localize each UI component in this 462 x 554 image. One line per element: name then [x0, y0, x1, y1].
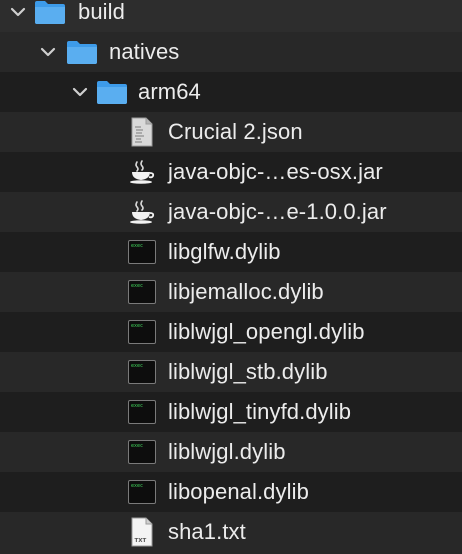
- tree-row-file[interactable]: java-objc-…e-1.0.0.jar: [0, 192, 462, 232]
- tree-label-file: libopenal.dylib: [168, 479, 309, 504]
- tree-row-file[interactable]: exec liblwjgl_stb.dylib: [0, 352, 462, 392]
- terminal-exec-icon: exec: [128, 392, 156, 432]
- svg-text:exec: exec: [131, 443, 143, 449]
- tree-row-file[interactable]: exec libjemalloc.dylib: [0, 272, 462, 312]
- tree-label-file: sha1.txt: [168, 519, 246, 544]
- tree-label-natives: natives: [109, 39, 180, 64]
- tree-row-natives[interactable]: natives: [0, 32, 462, 72]
- terminal-exec-icon: exec: [128, 432, 156, 472]
- terminal-exec-icon: exec: [128, 312, 156, 352]
- tree-label-file: liblwjgl_tinyfd.dylib: [168, 399, 352, 424]
- terminal-exec-icon: exec: [128, 272, 156, 312]
- svg-text:exec: exec: [131, 243, 143, 249]
- terminal-exec-icon: exec: [128, 472, 156, 512]
- tree-label-file: liblwjgl.dylib: [168, 439, 286, 464]
- java-jar-icon: [128, 192, 156, 232]
- svg-text:exec: exec: [131, 403, 143, 409]
- tree-row-arm64[interactable]: arm64: [0, 72, 462, 112]
- txt-badge: TXT: [135, 538, 147, 544]
- tree-label-file: libglfw.dylib: [168, 239, 281, 264]
- folder-icon: [66, 32, 98, 72]
- json-document-icon: [130, 112, 154, 152]
- folder-icon: [96, 72, 128, 112]
- txt-document-icon: TXT: [130, 512, 154, 552]
- tree-row-file[interactable]: exec libopenal.dylib: [0, 472, 462, 512]
- tree-row-file[interactable]: exec liblwjgl_tinyfd.dylib: [0, 392, 462, 432]
- tree-row-file[interactable]: exec liblwjgl.dylib: [0, 432, 462, 472]
- terminal-exec-icon: exec: [128, 232, 156, 272]
- tree-label-file: liblwjgl_stb.dylib: [168, 359, 328, 384]
- tree-row-file[interactable]: Crucial 2.json: [0, 112, 462, 152]
- folder-icon: [34, 0, 66, 32]
- chevron-down-icon[interactable]: [8, 0, 28, 32]
- tree-label-file: java-objc-…es-osx.jar: [168, 159, 383, 184]
- tree-row-file[interactable]: exec libglfw.dylib: [0, 232, 462, 272]
- svg-text:exec: exec: [131, 283, 143, 289]
- svg-text:exec: exec: [131, 483, 143, 489]
- tree-row-file[interactable]: TXT sha1.txt: [0, 512, 462, 554]
- terminal-exec-icon: exec: [128, 352, 156, 392]
- java-jar-icon: [128, 152, 156, 192]
- tree-row-file[interactable]: exec liblwjgl_opengl.dylib: [0, 312, 462, 352]
- tree-row-build[interactable]: build: [0, 0, 462, 32]
- chevron-down-icon[interactable]: [38, 32, 58, 72]
- svg-text:exec: exec: [131, 363, 143, 369]
- tree-label-arm64: arm64: [138, 79, 201, 104]
- tree-row-file[interactable]: java-objc-…es-osx.jar: [0, 152, 462, 192]
- tree-label-file: java-objc-…e-1.0.0.jar: [168, 199, 387, 224]
- tree-label-build: build: [78, 0, 125, 24]
- svg-text:exec: exec: [131, 323, 143, 329]
- tree-label-file: liblwjgl_opengl.dylib: [168, 319, 365, 344]
- chevron-down-icon[interactable]: [70, 72, 90, 112]
- tree-label-file: Crucial 2.json: [168, 119, 303, 144]
- tree-label-file: libjemalloc.dylib: [168, 279, 324, 304]
- file-tree: build natives arm64 Crucial 2.json java-…: [0, 0, 462, 554]
